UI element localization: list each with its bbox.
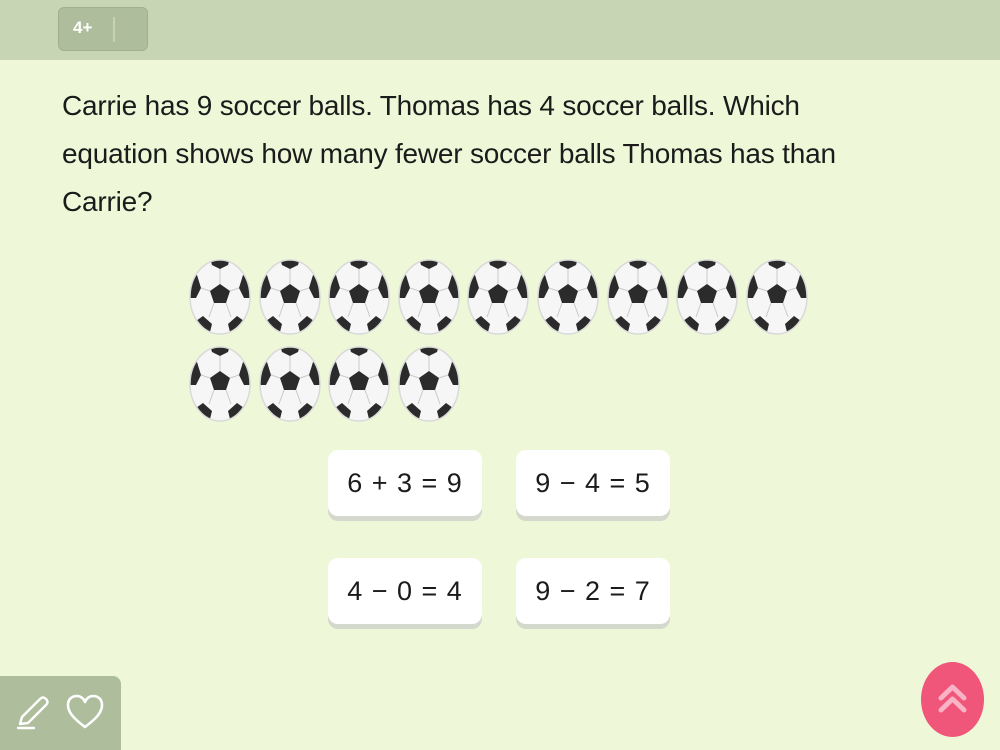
soccer-ball-row-thomas: [188, 345, 828, 432]
grade-level-label: 4+: [73, 18, 93, 37]
soccer-ball-icon: [258, 345, 322, 423]
soccer-ball-icon: [606, 258, 670, 336]
soccer-ball-icon: [188, 345, 252, 423]
answer-choice-4[interactable]: 9 − 2 = 7: [516, 558, 670, 624]
answer-choice-1[interactable]: 6 + 3 = 9: [328, 450, 482, 516]
question-text: Carrie has 9 soccer balls. Thomas has 4 …: [62, 90, 836, 217]
soccer-ball-icon: [466, 258, 530, 336]
soccer-ball-icon: [188, 258, 252, 336]
answer-choice-2[interactable]: 9 − 4 = 5: [516, 450, 670, 516]
soccer-ball-icon: [327, 258, 391, 336]
scroll-up-button[interactable]: [921, 662, 984, 737]
top-bar: 4+: [0, 0, 1000, 60]
chip-divider: [113, 17, 115, 42]
heart-icon[interactable]: [63, 690, 107, 734]
grade-level-chip[interactable]: 4+: [58, 7, 148, 51]
answer-choice-3[interactable]: 4 − 0 = 4: [328, 558, 482, 624]
pencil-icon[interactable]: [12, 690, 56, 734]
soccer-ball-icon: [397, 345, 461, 423]
soccer-ball-row-carrie: [188, 258, 828, 345]
soccer-ball-icon: [536, 258, 600, 336]
soccer-ball-icon: [258, 258, 322, 336]
tool-panel: [0, 676, 121, 750]
soccer-ball-icon: [327, 345, 391, 423]
double-chevron-up-icon: [938, 684, 967, 713]
soccer-ball-illustration: [188, 258, 828, 432]
soccer-ball-icon: [675, 258, 739, 336]
soccer-ball-icon: [397, 258, 461, 336]
soccer-ball-icon: [745, 258, 809, 336]
